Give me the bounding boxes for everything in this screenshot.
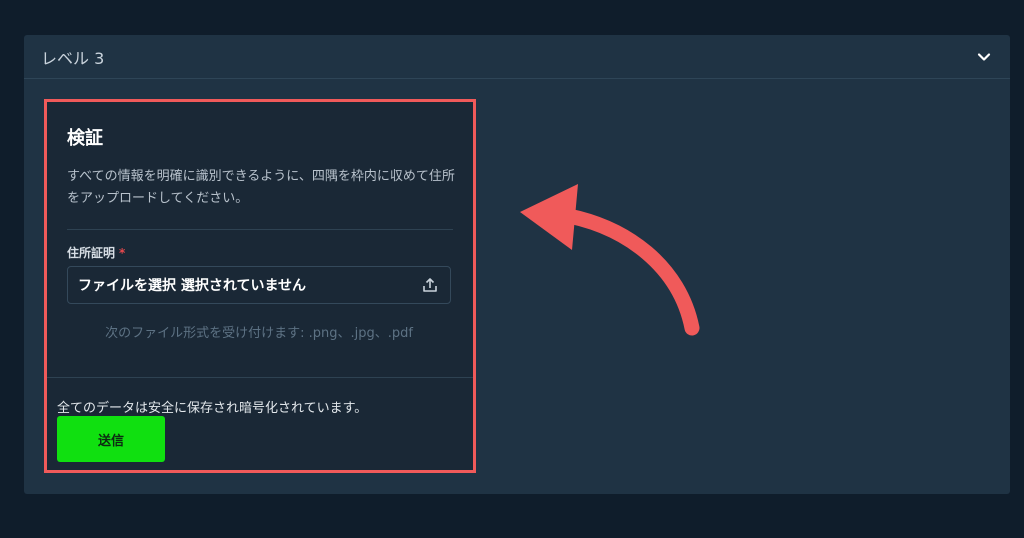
security-note: 全てのデータは安全に保存され暗号化されています。 xyxy=(57,401,368,416)
divider xyxy=(47,377,473,378)
card-title: 検証 xyxy=(67,128,103,149)
chevron-down-icon[interactable] xyxy=(976,49,992,65)
curved-arrow-icon xyxy=(520,184,700,336)
required-mark: * xyxy=(119,246,126,260)
card-description: すべての情報を明確に識別できるように、四隅を枠内に収めて住所をアップロードしてく… xyxy=(67,169,455,206)
panel-header[interactable]: レベル 3 xyxy=(24,35,1010,79)
address-proof-label: 住所証明 * xyxy=(67,244,125,261)
upload-icon[interactable] xyxy=(420,275,440,295)
file-input-text: ファイルを選択 選択されていません xyxy=(78,278,307,294)
submit-button[interactable]: 送信 xyxy=(57,416,165,462)
accepted-formats-hint: 次のファイル形式を受け付けます: .png、.jpg、.pdf xyxy=(105,326,413,341)
verification-card: 検証 すべての情報を明確に識別できるように、四隅を枠内に収めて住所をアップロード… xyxy=(44,99,476,473)
file-upload-input[interactable]: ファイルを選択 選択されていません xyxy=(67,266,451,304)
field-label-text: 住所証明 xyxy=(67,246,116,260)
divider xyxy=(67,229,453,230)
panel-title: レベル 3 xyxy=(41,48,105,68)
